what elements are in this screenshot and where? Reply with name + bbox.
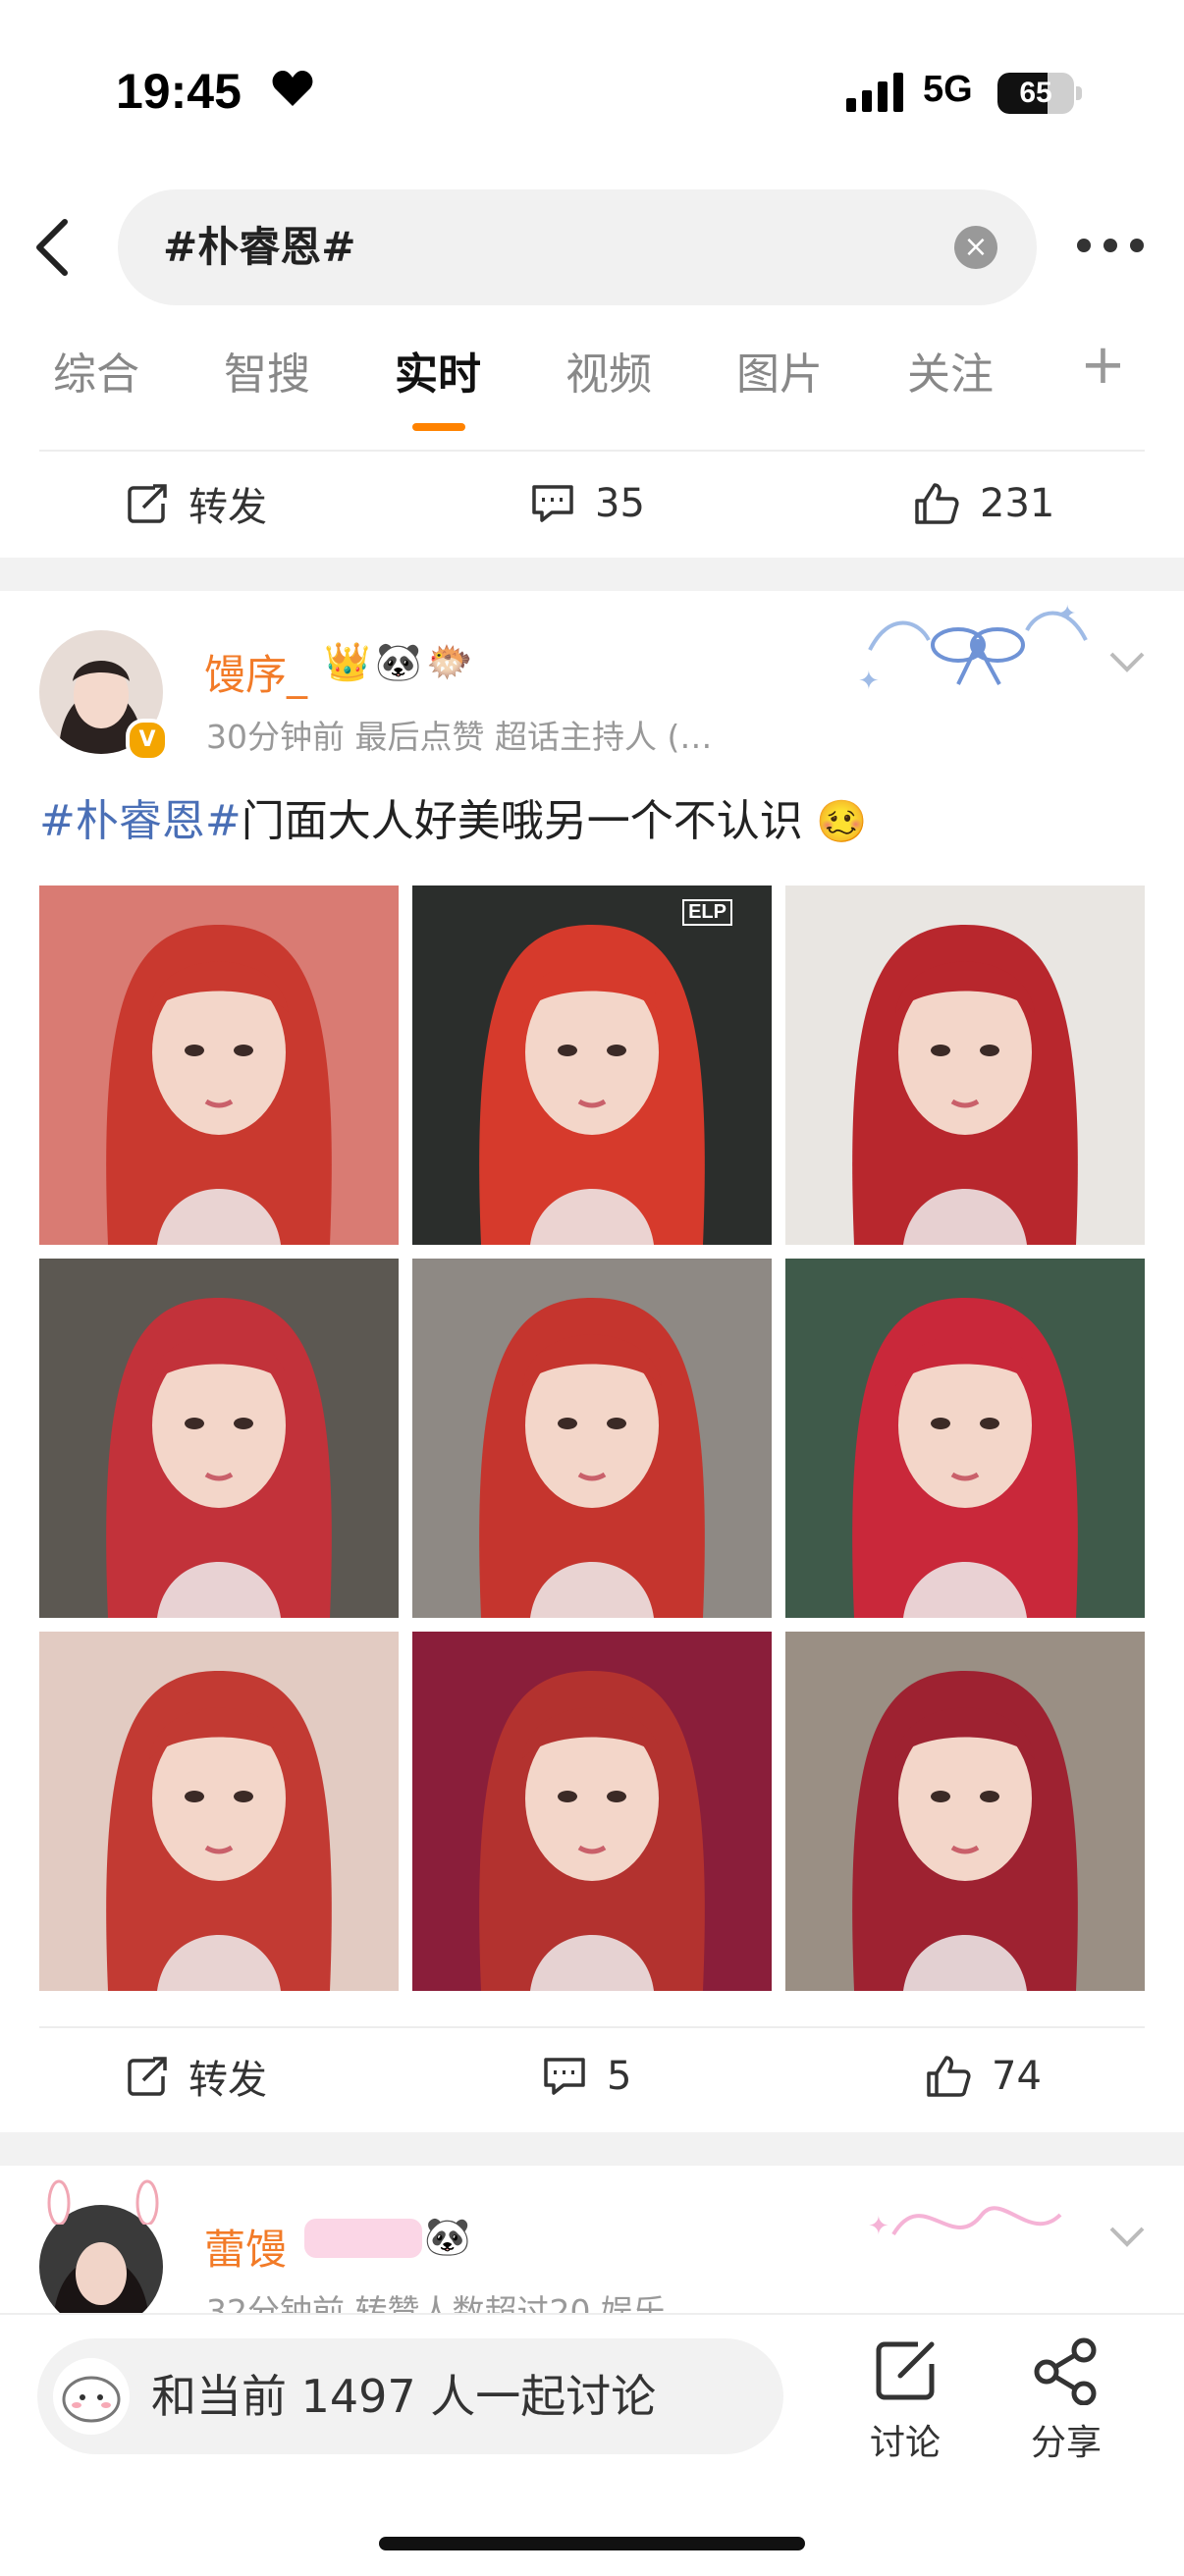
battery-level: 65 xyxy=(1019,77,1052,109)
discuss-placeholder: 和当前 1497 人一起讨论 xyxy=(151,2370,657,2423)
home-indicator[interactable] xyxy=(379,2537,805,2550)
post-image[interactable] xyxy=(39,1632,399,1991)
like-icon xyxy=(927,2056,971,2097)
status-bar: 19:45 5G 65 xyxy=(0,0,1184,187)
tab-realtime[interactable]: 实时 xyxy=(395,339,481,402)
svg-text:✦: ✦ xyxy=(1058,602,1076,626)
battery-cap xyxy=(1076,86,1082,100)
post-image[interactable] xyxy=(785,886,1145,1245)
mascot-icon xyxy=(53,2358,130,2435)
tab-following[interactable]: 关注 xyxy=(907,339,994,402)
crown-icon: 👑 xyxy=(324,640,371,683)
section-gap xyxy=(0,558,1184,591)
comment-icon xyxy=(544,2058,585,2095)
comment-count: 35 xyxy=(595,481,645,526)
tab-images[interactable]: 图片 xyxy=(736,339,823,402)
share-label: 分享 xyxy=(1030,2423,1102,2463)
battery-icon: 65 xyxy=(997,73,1074,114)
post-meta: 32分钟前 转赞人数超过20 娱乐… xyxy=(206,2292,698,2313)
username[interactable]: 蕾馒 xyxy=(204,2217,287,2277)
active-tab-indicator xyxy=(412,423,465,431)
repost-icon xyxy=(128,484,167,523)
post-actions: 转发 5 74 xyxy=(0,2022,1184,2130)
comment-count: 5 xyxy=(607,2054,632,2099)
edit-icon xyxy=(876,2341,935,2400)
post-hashtag[interactable]: #朴睿恩# xyxy=(39,796,242,846)
bunny-ears-icon xyxy=(47,2179,159,2225)
repost-button[interactable]: 转发 xyxy=(126,2022,267,2130)
back-icon[interactable] xyxy=(29,218,79,277)
clear-icon[interactable]: × xyxy=(954,226,997,269)
like-button[interactable]: 74 xyxy=(925,2022,1042,2130)
svg-text:✦: ✦ xyxy=(868,2212,889,2241)
search-bar[interactable]: #朴睿恩# × xyxy=(118,189,1037,305)
repost-icon xyxy=(128,2057,167,2096)
network-type: 5G xyxy=(923,69,973,110)
comment-button[interactable]: 5 xyxy=(542,2022,631,2130)
decoration-love-icon: ✦ xyxy=(868,2206,1062,2241)
status-time: 19:45 xyxy=(116,64,242,119)
signal-icon xyxy=(846,73,903,112)
svg-text:✦: ✦ xyxy=(858,667,880,696)
like-count: 231 xyxy=(980,481,1055,526)
discuss-button[interactable]: 讨论 xyxy=(856,2336,954,2465)
image-watermark: ELP xyxy=(682,899,732,926)
repost-label: 转发 xyxy=(188,485,267,530)
like-icon xyxy=(915,483,959,524)
comment-button[interactable]: 35 xyxy=(530,450,645,558)
discuss-input[interactable]: 和当前 1497 人一起讨论 xyxy=(37,2338,783,2454)
tab-video[interactable]: 视频 xyxy=(565,339,652,402)
repost-label: 转发 xyxy=(188,2058,267,2103)
section-gap xyxy=(0,2132,1184,2166)
post-image[interactable] xyxy=(39,1259,399,1618)
username[interactable]: 馒序_ xyxy=(204,642,307,702)
search-input[interactable]: #朴睿恩# xyxy=(163,189,355,305)
tab-smart-search[interactable]: 智搜 xyxy=(224,339,310,402)
decoration-bow-icon: ✦ ✦ xyxy=(858,602,1088,696)
like-button[interactable]: 231 xyxy=(913,450,1054,558)
post-image[interactable] xyxy=(412,1259,772,1618)
prev-post-actions: 转发 35 231 xyxy=(0,450,1184,558)
verified-badge: V xyxy=(126,719,169,762)
repost-button[interactable]: 转发 xyxy=(126,450,267,558)
post-image[interactable]: ELP xyxy=(412,886,772,1245)
chevron-down-icon[interactable] xyxy=(1107,2225,1147,2248)
panda-icon: 🐼 xyxy=(375,640,422,683)
post-card: ✦ ✦ V 馒序_ 👑 🐼 🐡 30分钟前 最后点赞 超话主持人 (… #朴睿恩… xyxy=(0,591,1184,2132)
like-count: 74 xyxy=(992,2054,1042,2099)
post-image[interactable] xyxy=(785,1632,1145,1991)
share-icon xyxy=(1034,2337,1097,2406)
post-image[interactable] xyxy=(39,886,399,1245)
post-image[interactable] xyxy=(412,1632,772,1991)
add-tab-icon[interactable]: + xyxy=(1080,333,1126,397)
comment-icon xyxy=(532,485,573,522)
heart-icon xyxy=(272,71,313,106)
tab-comprehensive[interactable]: 综合 xyxy=(53,339,139,402)
more-icon[interactable] xyxy=(1076,236,1145,255)
badge-icon xyxy=(304,2219,422,2258)
discuss-label: 讨论 xyxy=(869,2423,941,2463)
post-image[interactable] xyxy=(785,1259,1145,1618)
fish-icon: 🐡 xyxy=(426,640,473,683)
post-text: #朴睿恩#门面大人好美哦另一个不认识 🥴 xyxy=(39,785,867,848)
post-card: 蕾馒 🐼 32分钟前 转赞人数超过20 娱乐… ✦ xyxy=(0,2166,1184,2313)
share-button[interactable]: 分享 xyxy=(1017,2336,1115,2465)
tab-bar: 综合 智搜 实时 视频 图片 关注 + xyxy=(0,333,1184,437)
chevron-down-icon[interactable] xyxy=(1107,650,1147,673)
panda-icon: 🐼 xyxy=(424,2215,471,2258)
post-meta: 30分钟前 最后点赞 超话主持人 (… xyxy=(206,718,713,756)
image-grid: ELP xyxy=(39,886,1145,1991)
post-body: 门面大人好美哦另一个不认识 xyxy=(241,796,803,846)
emoji-icon: 🥴 xyxy=(802,797,868,845)
